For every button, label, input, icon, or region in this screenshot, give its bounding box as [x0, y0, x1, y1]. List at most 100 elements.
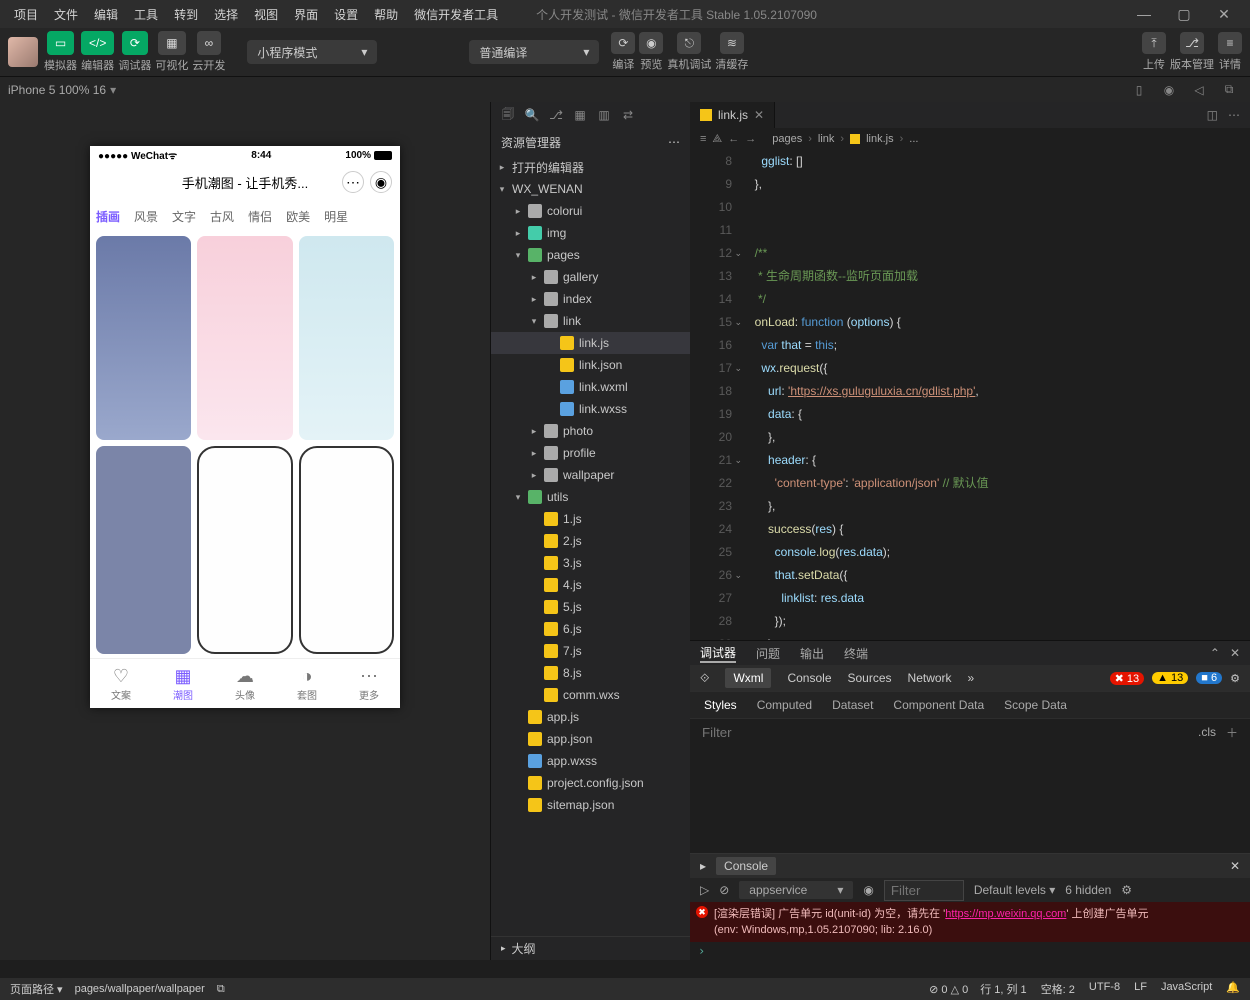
avatar[interactable] — [8, 37, 38, 67]
path-label[interactable]: 页面路径 ▾ — [10, 981, 63, 997]
tree-node[interactable]: comm.wxs — [491, 684, 690, 706]
crumb[interactable]: pages — [772, 133, 802, 145]
more-icon[interactable]: » — [968, 671, 975, 685]
editor-toggle[interactable]: </> — [81, 31, 114, 55]
minimize-icon[interactable]: — — [1124, 6, 1164, 23]
compile-dropdown[interactable]: 普通编译▾ — [469, 40, 599, 64]
tree-node[interactable]: 6.js — [491, 618, 690, 640]
chevron-up-icon[interactable]: ⌃ — [1210, 646, 1220, 660]
devtab[interactable]: Sources — [848, 671, 892, 685]
tree-node[interactable]: 4.js — [491, 574, 690, 596]
encoding[interactable]: UTF-8 — [1089, 981, 1120, 997]
bell-icon[interactable]: 🔔 — [1226, 981, 1240, 997]
devtab[interactable]: Console — [787, 671, 831, 685]
devtab[interactable]: Wxml — [725, 668, 771, 688]
menu-item[interactable]: 转到 — [166, 2, 206, 27]
files-icon[interactable]: 🗐 — [499, 105, 517, 126]
nav-item[interactable]: ☁头像 — [214, 659, 276, 708]
console-label[interactable]: Console — [716, 857, 776, 875]
tab[interactable]: 插画 — [96, 208, 120, 225]
style-tab[interactable]: Component Data — [893, 698, 984, 712]
tree-node[interactable]: link.json — [491, 354, 690, 376]
close-icon[interactable]: ✕ — [754, 108, 764, 122]
style-filter-input[interactable] — [702, 725, 1188, 740]
tree-node[interactable]: 8.js — [491, 662, 690, 684]
eol[interactable]: LF — [1134, 981, 1147, 997]
menu-item[interactable]: 文件 — [46, 2, 86, 27]
debug-tab[interactable]: 终端 — [844, 645, 868, 662]
more-icon[interactable]: ⋯ — [668, 135, 680, 149]
indent[interactable]: 空格: 2 — [1041, 981, 1075, 997]
play-icon[interactable]: ▷ — [700, 883, 709, 897]
thumbnail[interactable] — [299, 446, 394, 654]
tree-node[interactable]: 1.js — [491, 508, 690, 530]
tab[interactable]: 情侣 — [248, 208, 272, 225]
info-count[interactable]: ■ 6 — [1196, 672, 1222, 684]
tree-node[interactable]: ▾link — [491, 310, 690, 332]
tree-node[interactable]: ▸gallery — [491, 266, 690, 288]
arrow-icon[interactable]: ⇄ — [619, 108, 637, 122]
compile-button[interactable]: ⟳ — [611, 32, 635, 54]
tree-node[interactable]: ▸colorui — [491, 200, 690, 222]
tree-node[interactable]: ▸profile — [491, 442, 690, 464]
details-button[interactable]: ≡ — [1218, 32, 1242, 54]
thumbnail[interactable] — [299, 236, 394, 440]
inspect-icon[interactable]: ⟐ — [700, 671, 709, 686]
scope-dropdown[interactable]: appservice▾ — [739, 881, 853, 899]
tree-node[interactable]: app.js — [491, 706, 690, 728]
tree-node[interactable]: 5.js — [491, 596, 690, 618]
style-tab[interactable]: Dataset — [832, 698, 873, 712]
gear-icon[interactable]: ⚙ — [1121, 883, 1132, 897]
tree-node[interactable]: ▸img — [491, 222, 690, 244]
thumbnail[interactable] — [197, 236, 292, 440]
back-icon[interactable]: ← — [728, 133, 739, 146]
nav-item[interactable]: ▦潮图 — [152, 659, 214, 708]
layout-icon[interactable]: ▥ — [595, 108, 613, 122]
menu-item[interactable]: 编辑 — [86, 2, 126, 27]
debug-tab[interactable]: 问题 — [756, 645, 780, 662]
bookmark-icon[interactable]: ⟁ — [712, 133, 722, 146]
tab[interactable]: 明星 — [324, 208, 348, 225]
simulator-toggle[interactable]: ▭ — [47, 31, 74, 55]
tree-node[interactable]: ▾utils — [491, 486, 690, 508]
caret-icon[interactable]: ▸ — [700, 859, 706, 873]
clear-icon[interactable]: ⊘ — [719, 883, 729, 897]
record-icon[interactable]: ◉ — [1156, 83, 1182, 97]
upload-button[interactable]: ⤒ — [1142, 32, 1166, 54]
error-link[interactable]: https://mp.weixin.qq.com — [945, 908, 1066, 920]
page-path[interactable]: pages/wallpaper/wallpaper — [75, 983, 205, 995]
language[interactable]: JavaScript — [1161, 981, 1212, 997]
crumb[interactable]: link — [818, 133, 835, 145]
debugger-toggle[interactable]: ⟳ — [122, 31, 148, 55]
debug-tab[interactable]: 调试器 — [700, 644, 736, 663]
tab[interactable]: 文字 — [172, 208, 196, 225]
tab[interactable]: 古风 — [210, 208, 234, 225]
console-prompt[interactable]: › — [690, 942, 1250, 960]
menu-item[interactable]: 界面 — [286, 2, 326, 27]
tree-node[interactable]: ▸index — [491, 288, 690, 310]
crumb[interactable]: ... — [909, 133, 918, 145]
menu-item[interactable]: 设置 — [326, 2, 366, 27]
nav-item[interactable]: ♡文案 — [90, 659, 152, 708]
copy-icon[interactable]: ⧉ — [217, 983, 225, 996]
cls-toggle[interactable]: .cls — [1198, 725, 1216, 739]
tab[interactable]: 欧美 — [286, 208, 310, 225]
style-tab[interactable]: Styles — [704, 698, 737, 712]
mode-dropdown[interactable]: 小程序模式▾ — [247, 40, 377, 64]
target-icon[interactable]: ◉ — [370, 171, 392, 193]
warning-count[interactable]: ▲ 13 — [1152, 672, 1188, 684]
menu-item[interactable]: 选择 — [206, 2, 246, 27]
menu-item[interactable]: 项目 — [6, 2, 46, 27]
tree-node[interactable]: 7.js — [491, 640, 690, 662]
levels-dropdown[interactable]: Default levels ▾ — [974, 883, 1055, 897]
close-icon[interactable]: ✕ — [1230, 646, 1240, 660]
menu-item[interactable]: 视图 — [246, 2, 286, 27]
menu-item[interactable]: 微信开发者工具 — [406, 2, 506, 27]
menu-icon[interactable]: ⋯ — [342, 171, 364, 193]
devtab[interactable]: Network — [908, 671, 952, 685]
tree-node[interactable]: ▾pages — [491, 244, 690, 266]
more-icon[interactable]: ⋯ — [1228, 108, 1240, 122]
nav-item[interactable]: ⋯更多 — [338, 659, 400, 708]
gear-icon[interactable]: ⚙ — [1230, 672, 1240, 685]
eye-icon[interactable]: ◉ — [863, 883, 873, 897]
